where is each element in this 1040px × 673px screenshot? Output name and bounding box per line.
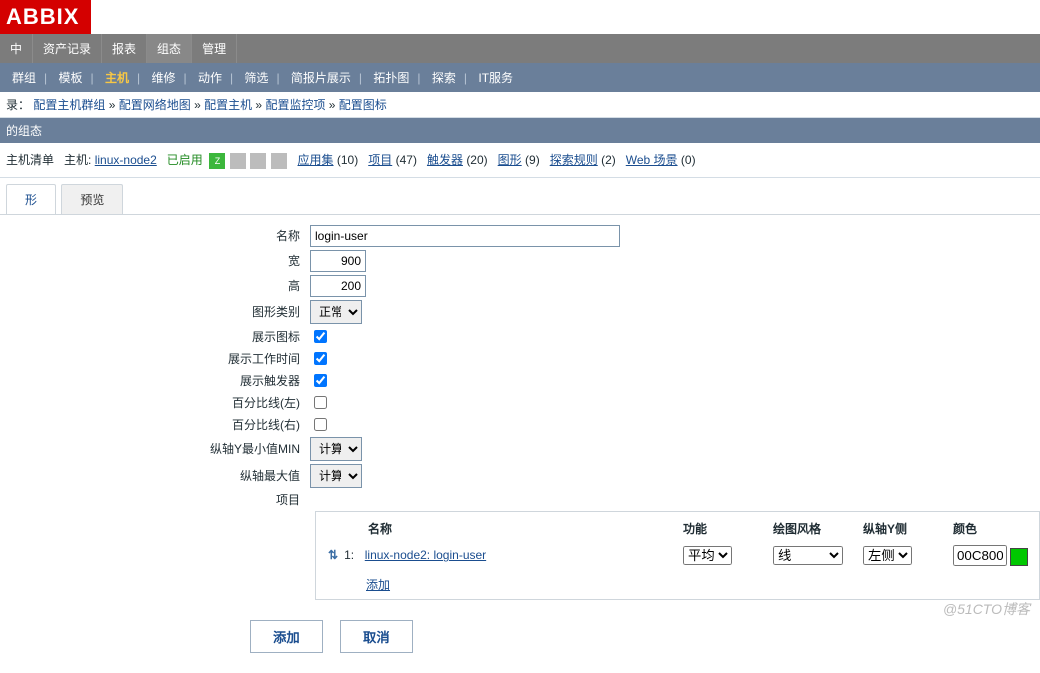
form-tabs: 形 预览 <box>0 178 1040 215</box>
items-table: 名称 功能 绘图风格 纵轴Y侧 颜色 ⇅ 1: linux-node2: log… <box>315 511 1040 600</box>
snmp-icon <box>230 153 246 169</box>
showlegend-checkbox[interactable] <box>314 330 327 343</box>
items-link[interactable]: 项目 <box>368 153 392 167</box>
discovery-count: (2) <box>601 153 616 167</box>
host-label: 主机: <box>64 153 91 167</box>
triggers-count: (20) <box>466 153 487 167</box>
breadcrumb-link[interactable]: 配置主机 <box>204 98 252 112</box>
graphs-link[interactable]: 图形 <box>498 153 522 167</box>
graph-form: 名称 宽 高 图形类别 正常 展示图标 展示工作时间 展示触发器 百分比线(左)… <box>0 225 1040 653</box>
item-yaxis-select[interactable]: 左侧 <box>863 546 912 565</box>
breadcrumb-link[interactable]: 配置图标 <box>339 98 387 112</box>
top-nav: 中 资产记录 报表 组态 管理 <box>0 34 1040 63</box>
host-status-icons: Z <box>209 153 287 169</box>
label-width: 宽 <box>0 252 310 269</box>
apps-link[interactable]: 应用集 <box>298 153 334 167</box>
host-name-link[interactable]: linux-node2 <box>95 153 157 167</box>
item-index: 1: <box>344 548 354 562</box>
graphs-count: (9) <box>525 153 540 167</box>
sub-nav-item[interactable]: 探索 <box>426 71 462 85</box>
zbx-icon: Z <box>209 153 225 169</box>
width-input[interactable] <box>310 250 366 272</box>
sub-nav: 群组| 模板| 主机| 维修| 动作| 筛选| 简报片展示| 拓扑图| 探索| … <box>0 63 1040 92</box>
item-func-select[interactable]: 平均 <box>683 546 732 565</box>
web-link[interactable]: Web 场景 <box>626 153 678 167</box>
sub-nav-item[interactable]: 模板 <box>52 71 88 85</box>
discovery-link[interactable]: 探索规则 <box>550 153 598 167</box>
label-pright: 百分比线(右) <box>0 416 310 433</box>
item-name-link[interactable]: linux-node2: login-user <box>365 548 486 562</box>
label-workperiod: 展示工作时间 <box>0 350 310 367</box>
name-input[interactable] <box>310 225 620 247</box>
top-nav-item[interactable]: 管理 <box>192 34 237 63</box>
top-nav-item[interactable]: 报表 <box>102 34 147 63</box>
item-drawtype-select[interactable]: 线 <box>773 546 843 565</box>
label-height: 高 <box>0 277 310 294</box>
ymax-select[interactable]: 计算的 <box>310 464 362 488</box>
items-header-color: 颜色 <box>953 520 1033 537</box>
watermark: @51CTO博客 <box>943 599 1030 619</box>
label-items: 项目 <box>0 491 310 508</box>
sub-nav-item[interactable]: 拓扑图 <box>367 71 415 85</box>
tab-graph[interactable]: 形 <box>6 184 56 214</box>
label-name: 名称 <box>0 227 310 244</box>
label-showlegend: 展示图标 <box>0 328 310 345</box>
top-nav-item-active[interactable]: 组态 <box>147 34 192 63</box>
sub-nav-item-active[interactable]: 主机 <box>99 71 135 85</box>
top-nav-item[interactable]: 中 <box>0 34 33 63</box>
ipmi-icon <box>271 153 287 169</box>
label-ymax: 纵轴最大值 <box>0 467 310 484</box>
jmx-icon <box>250 153 266 169</box>
items-header-name: 名称 <box>322 520 683 537</box>
label-pleft: 百分比线(左) <box>0 394 310 411</box>
add-item-link[interactable]: 添加 <box>320 570 390 595</box>
graphtype-select[interactable]: 正常 <box>310 300 362 324</box>
item-color-input[interactable] <box>953 545 1007 566</box>
apps-count: (10) <box>337 153 358 167</box>
breadcrumb-prefix: 录： <box>6 98 30 112</box>
items-row: ⇅ 1: linux-node2: login-user 平均 线 左侧 <box>320 541 1035 570</box>
host-list-label: 主机清单 <box>6 153 54 167</box>
items-header-yaxis: 纵轴Y侧 <box>863 520 953 537</box>
breadcrumb: 录： 配置主机群组 » 配置网络地图 » 配置主机 » 配置监控项 » 配置图标 <box>0 92 1040 118</box>
label-ymin: 纵轴Y最小值MIN <box>0 440 310 457</box>
items-header-func: 功能 <box>683 520 773 537</box>
pright-checkbox[interactable] <box>314 418 327 431</box>
sub-nav-item[interactable]: 动作 <box>192 71 228 85</box>
web-count: (0) <box>681 153 696 167</box>
section-title: 的组态 <box>0 118 1040 143</box>
sub-nav-item[interactable]: 群组 <box>6 71 42 85</box>
breadcrumb-link[interactable]: 配置监控项 <box>265 98 325 112</box>
items-header-drawtype: 绘图风格 <box>773 520 863 537</box>
sub-nav-item[interactable]: 筛选 <box>238 71 274 85</box>
workperiod-checkbox[interactable] <box>314 352 327 365</box>
ymin-select[interactable]: 计算的 <box>310 437 362 461</box>
triggers-link[interactable]: 触发器 <box>427 153 463 167</box>
host-enabled: 已启用 <box>167 153 203 167</box>
color-swatch[interactable] <box>1010 548 1028 566</box>
items-count: (47) <box>396 153 417 167</box>
pleft-checkbox[interactable] <box>314 396 327 409</box>
sub-nav-item[interactable]: 简报片展示 <box>285 71 357 85</box>
label-graphtype: 图形类别 <box>0 303 310 320</box>
sub-nav-item[interactable]: 维修 <box>145 71 181 85</box>
sub-nav-item[interactable]: IT服务 <box>472 71 519 85</box>
tab-preview[interactable]: 预览 <box>61 184 123 214</box>
height-input[interactable] <box>310 275 366 297</box>
drag-handle-icon[interactable]: ⇅ <box>322 548 344 562</box>
breadcrumb-link[interactable]: 配置网络地图 <box>119 98 191 112</box>
host-line: 主机清单 主机: linux-node2 已启用 Z 应用集 (10) 项目 (… <box>0 143 1040 178</box>
breadcrumb-link[interactable]: 配置主机群组 <box>33 98 105 112</box>
top-nav-item[interactable]: 资产记录 <box>33 34 102 63</box>
showtriggers-checkbox[interactable] <box>314 374 327 387</box>
logo: ABBIX <box>0 0 91 34</box>
label-showtriggers: 展示触发器 <box>0 372 310 389</box>
